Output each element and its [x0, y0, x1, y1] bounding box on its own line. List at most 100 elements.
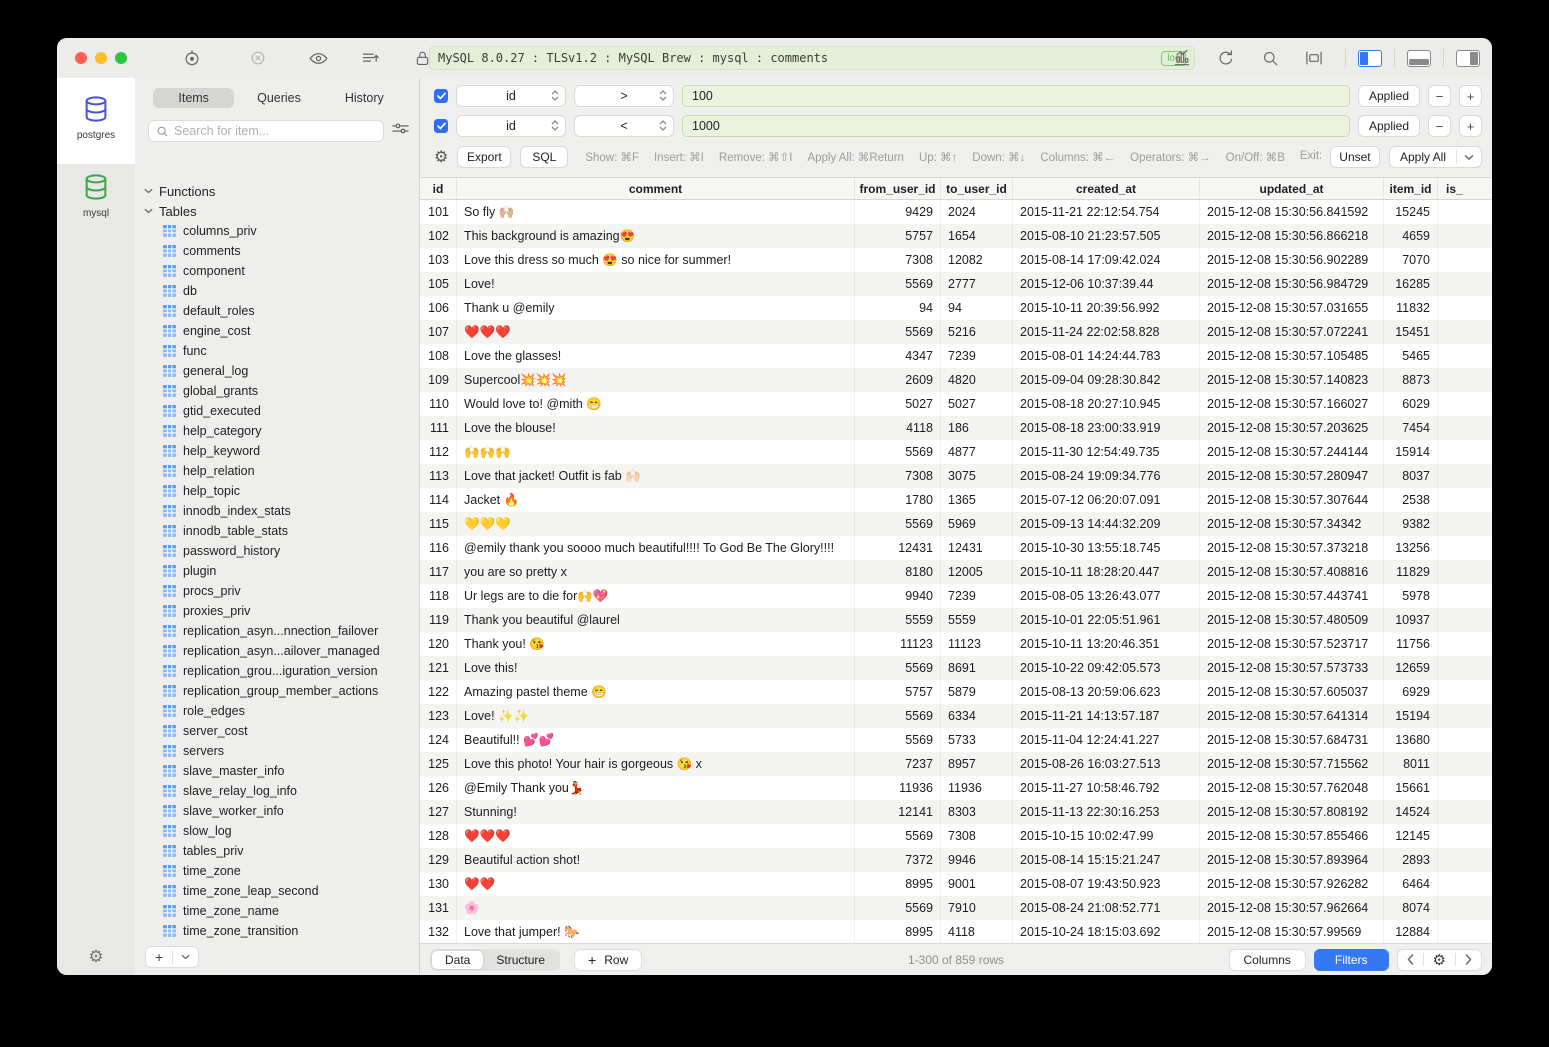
sidebar-table-item[interactable]: slave_master_info [135, 761, 419, 781]
cell-from-user-id[interactable]: 5569 [855, 320, 941, 344]
cell-to-user-id[interactable]: 11123 [941, 632, 1013, 656]
cell-updated-at[interactable]: 2015-12-08 15:30:56.841592 [1200, 200, 1384, 224]
table-row[interactable]: 125 Love this photo! Your hair is gorgeo… [420, 752, 1492, 776]
cell-created-at[interactable]: 2015-11-13 22:30:16.253 [1013, 800, 1200, 824]
column-header-from-user-id[interactable]: from_user_id [855, 178, 941, 199]
cell-item-id[interactable]: 5978 [1384, 584, 1438, 608]
table-row[interactable]: 127 Stunning! 12141 8303 2015-11-13 22:3… [420, 800, 1492, 824]
cell-updated-at[interactable]: 2015-12-08 15:30:57.443741 [1200, 584, 1384, 608]
column-header-to-user-id[interactable]: to_user_id [941, 178, 1013, 199]
cell-id[interactable]: 113 [420, 464, 457, 488]
cell-from-user-id[interactable]: 5569 [855, 656, 941, 680]
cell-id[interactable]: 126 [420, 776, 457, 800]
cell-is[interactable] [1438, 560, 1492, 584]
chevron-down-icon[interactable] [173, 954, 198, 960]
cell-created-at[interactable]: 2015-08-14 15:15:21.247 [1013, 848, 1200, 872]
cell-updated-at[interactable]: 2015-12-08 15:30:56.866218 [1200, 224, 1384, 248]
sidebar-table-item[interactable]: component [135, 261, 419, 281]
table-row[interactable]: 115 💛💛💛 5569 5969 2015-09-13 14:44:32.20… [420, 512, 1492, 536]
cell-item-id[interactable]: 11832 [1384, 296, 1438, 320]
cell-to-user-id[interactable]: 4877 [941, 440, 1013, 464]
table-row[interactable]: 117 you are so pretty x 8180 12005 2015-… [420, 560, 1492, 584]
add-row-button[interactable]: + Row [574, 949, 642, 971]
cell-comment[interactable]: Stunning! [457, 800, 855, 824]
cell-id[interactable]: 125 [420, 752, 457, 776]
cell-from-user-id[interactable]: 7372 [855, 848, 941, 872]
cell-to-user-id[interactable]: 5216 [941, 320, 1013, 344]
cell-id[interactable]: 132 [420, 920, 457, 943]
refresh-icon[interactable] [1207, 45, 1245, 71]
cell-comment[interactable]: 🙌🙌🙌 [457, 440, 855, 464]
cell-comment[interactable]: Love! ✨✨ [457, 704, 855, 728]
cell-is[interactable] [1438, 272, 1492, 296]
cell-item-id[interactable]: 13256 [1384, 536, 1438, 560]
cell-to-user-id[interactable]: 5879 [941, 680, 1013, 704]
table-row[interactable]: 109 Supercool💥💥💥 2609 4820 2015-09-04 09… [420, 368, 1492, 392]
filter-enabled-checkbox[interactable] [434, 119, 448, 133]
cell-id[interactable]: 106 [420, 296, 457, 320]
cell-is[interactable] [1438, 872, 1492, 896]
cell-created-at[interactable]: 2015-08-10 21:23:57.505 [1013, 224, 1200, 248]
cell-is[interactable] [1438, 896, 1492, 920]
column-header-updated-at[interactable]: updated_at [1200, 178, 1384, 199]
cell-to-user-id[interactable]: 7308 [941, 824, 1013, 848]
cell-updated-at[interactable]: 2015-12-08 15:30:57.605037 [1200, 680, 1384, 704]
cell-item-id[interactable]: 2538 [1384, 488, 1438, 512]
sidebar-table-item[interactable]: comments [135, 241, 419, 261]
cell-item-id[interactable]: 10937 [1384, 608, 1438, 632]
cell-from-user-id[interactable]: 12141 [855, 800, 941, 824]
table-row[interactable]: 102 This background is amazing😍 5757 165… [420, 224, 1492, 248]
cell-from-user-id[interactable]: 11936 [855, 776, 941, 800]
cell-created-at[interactable]: 2015-11-04 12:24:41.227 [1013, 728, 1200, 752]
cell-updated-at[interactable]: 2015-12-08 15:30:57.99569 [1200, 920, 1384, 943]
cell-item-id[interactable]: 15661 [1384, 776, 1438, 800]
cell-is[interactable] [1438, 248, 1492, 272]
cell-from-user-id[interactable]: 1780 [855, 488, 941, 512]
sidebar-table-item[interactable]: help_keyword [135, 441, 419, 461]
unset-button[interactable]: Unset [1330, 146, 1380, 168]
filter-applied-button[interactable]: Applied [1358, 115, 1420, 137]
cell-comment[interactable]: Amazing pastel theme 😁 [457, 680, 855, 704]
cell-to-user-id[interactable]: 2024 [941, 200, 1013, 224]
cell-comment[interactable]: ❤️❤️❤️ [457, 320, 855, 344]
sidebar-table-item[interactable]: default_roles [135, 301, 419, 321]
cell-is[interactable] [1438, 440, 1492, 464]
cell-from-user-id[interactable]: 5559 [855, 608, 941, 632]
cell-item-id[interactable]: 6464 [1384, 872, 1438, 896]
cell-id[interactable]: 117 [420, 560, 457, 584]
cell-updated-at[interactable]: 2015-12-08 15:30:57.166027 [1200, 392, 1384, 416]
sidebar-table-item[interactable]: db [135, 281, 419, 301]
cell-from-user-id[interactable]: 94 [855, 296, 941, 320]
cell-from-user-id[interactable]: 5757 [855, 680, 941, 704]
cell-created-at[interactable]: 2015-10-01 22:05:51.961 [1013, 608, 1200, 632]
cell-id[interactable]: 119 [420, 608, 457, 632]
cell-to-user-id[interactable]: 7910 [941, 896, 1013, 920]
tree-group-functions[interactable]: Functions [135, 181, 419, 201]
remove-filter-button[interactable]: − [1428, 85, 1451, 107]
column-header-item-id[interactable]: item_id [1384, 178, 1438, 199]
cell-item-id[interactable]: 8074 [1384, 896, 1438, 920]
cell-comment[interactable]: 🌸 [457, 896, 855, 920]
column-header-comment[interactable]: comment [457, 178, 855, 199]
table-row[interactable]: 121 Love this! 5569 8691 2015-10-22 09:4… [420, 656, 1492, 680]
cell-to-user-id[interactable]: 9946 [941, 848, 1013, 872]
sidebar-table-item[interactable]: role_edges [135, 701, 419, 721]
table-row[interactable]: 131 🌸 5569 7910 2015-08-24 21:08:52.771 … [420, 896, 1492, 920]
cell-comment[interactable]: @Emily Thank you💃 [457, 776, 855, 800]
sidebar-table-item[interactable]: gtid_executed [135, 401, 419, 421]
cell-from-user-id[interactable]: 7308 [855, 248, 941, 272]
cell-updated-at[interactable]: 2015-12-08 15:30:57.573733 [1200, 656, 1384, 680]
cell-updated-at[interactable]: 2015-12-08 15:30:57.523717 [1200, 632, 1384, 656]
sidebar-table-item[interactable]: global_grants [135, 381, 419, 401]
cell-id[interactable]: 130 [420, 872, 457, 896]
sidebar-table-item[interactable]: proxies_priv [135, 601, 419, 621]
search-input[interactable] [174, 124, 376, 138]
sidebar-table-item[interactable]: engine_cost [135, 321, 419, 341]
add-item-button-group[interactable]: + [145, 946, 199, 968]
cell-to-user-id[interactable]: 1365 [941, 488, 1013, 512]
toggle-right-panel-icon[interactable] [1456, 50, 1480, 67]
cell-id[interactable]: 108 [420, 344, 457, 368]
cell-created-at[interactable]: 2015-12-06 10:37:39.44 [1013, 272, 1200, 296]
cell-comment[interactable]: Love the glasses! [457, 344, 855, 368]
filters-button[interactable]: Filters [1314, 949, 1389, 971]
